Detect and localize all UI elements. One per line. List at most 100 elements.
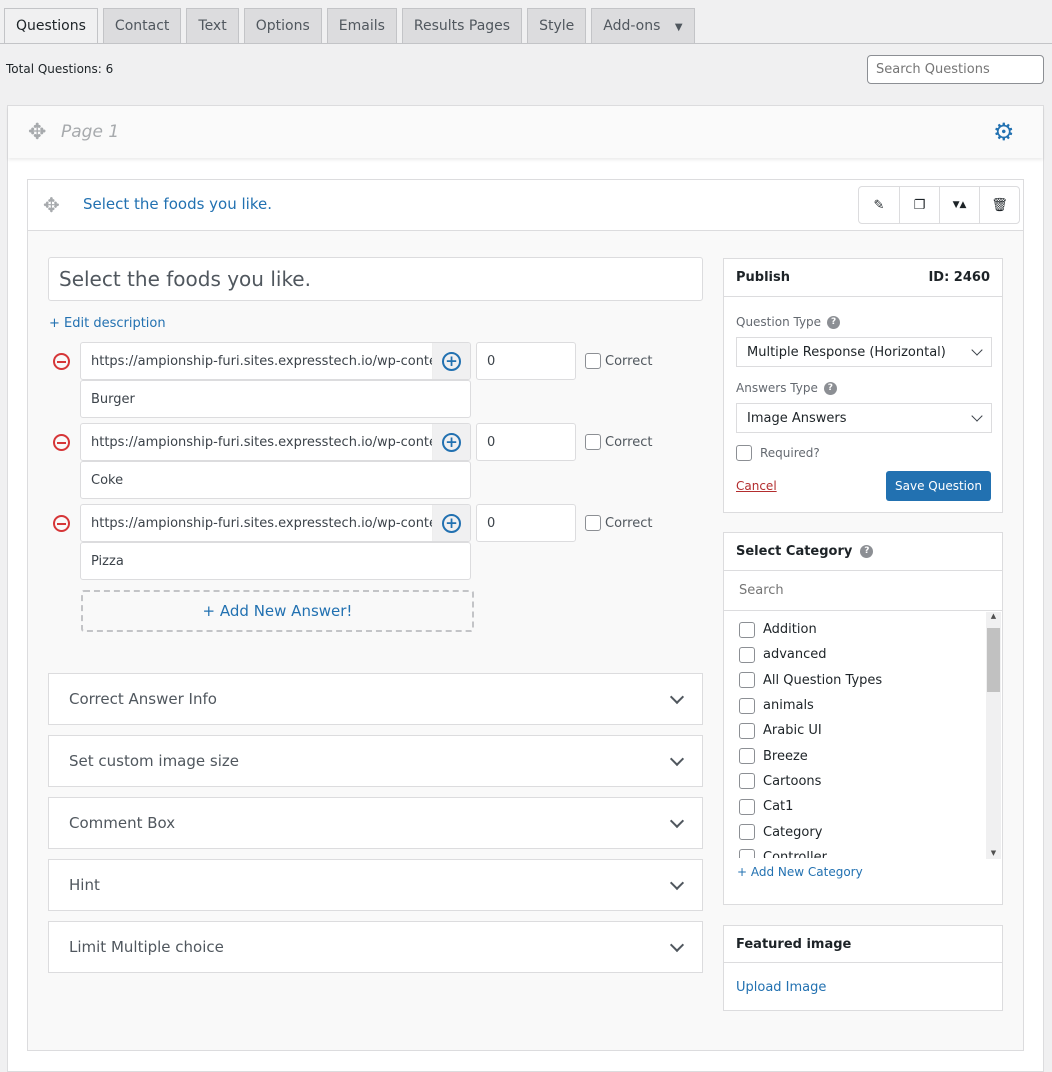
category-label: Cat1 [763,799,794,815]
answer-label-input[interactable]: Pizza [80,542,471,580]
category-item[interactable]: Arabic UI [724,718,1002,743]
category-checkbox[interactable] [739,722,755,739]
chevron-down-icon [669,875,685,890]
chevron-down-icon [669,937,685,952]
category-item[interactable]: advanced [724,642,1002,667]
answer-image-url-input[interactable]: https://ampionship-furi.sites.expresstec… [80,423,471,461]
tab-results-pages[interactable]: Results Pages [401,8,523,43]
trash-icon[interactable]: 🗑 [979,187,1019,223]
category-item[interactable]: Controller [724,845,1002,858]
help-icon[interactable]: ? [823,381,837,395]
cancel-link[interactable]: Cancel [736,479,777,493]
accordion-section[interactable]: Correct Answer Info [48,673,703,725]
move-icon[interactable]: ✥ [28,120,46,145]
category-panel: Select Category? Addition advanced All Que… [723,532,1003,905]
tab-add-ons[interactable]: Add-ons ▼ [591,8,695,43]
add-category-link[interactable]: + Add New Category [724,858,1002,886]
category-label: Addition [763,622,817,638]
accordion-section[interactable]: Comment Box [48,797,703,849]
add-new-answer-button[interactable]: + Add New Answer! [81,590,474,632]
selected-value: Image Answers [747,410,847,426]
required-checkbox[interactable] [736,445,752,461]
category-label: Arabic UI [763,723,822,739]
correct-option[interactable]: Correct [585,515,652,531]
correct-option[interactable]: Correct [585,434,652,450]
category-label: Cartoons [763,773,822,789]
upload-image-link[interactable]: Upload Image [724,963,1002,1012]
remove-answer-icon[interactable] [53,353,70,370]
category-item[interactable]: Cat1 [724,794,1002,819]
category-checkbox[interactable] [739,697,755,714]
category-checkbox[interactable] [739,798,755,815]
gear-icon[interactable]: ⚙ [993,119,1015,145]
category-label: advanced [763,647,827,663]
tab-questions[interactable]: Questions [4,8,98,44]
featured-title: Featured image [736,936,852,952]
accordion-title: Correct Answer Info [69,690,217,708]
caret-down-icon: ▼ [674,22,683,33]
category-item[interactable]: Breeze [724,743,1002,768]
scrollbar[interactable]: ▲ ▼ [986,612,1001,859]
accordion-section[interactable]: Limit Multiple choice [48,921,703,973]
accordion-section[interactable]: Set custom image size [48,735,703,787]
search-questions-input[interactable] [867,55,1044,84]
add-image-button[interactable]: + [432,343,470,379]
add-image-button[interactable]: + [432,424,470,460]
correct-checkbox[interactable] [585,434,601,450]
category-checkbox[interactable] [739,646,755,663]
category-checkbox[interactable] [739,672,755,689]
category-checkbox[interactable] [739,748,755,765]
category-item[interactable]: Cartoons [724,769,1002,794]
tab-emails[interactable]: Emails [326,8,397,43]
category-item[interactable]: Addition [724,617,1002,642]
question-title[interactable]: Select the foods you like. [83,195,272,213]
answer-label-input[interactable]: Coke [80,461,471,499]
category-item[interactable]: animals [724,693,1002,718]
tab-label: Add-ons [603,18,661,34]
answer-image-url-input[interactable]: https://ampionship-furi.sites.expresstec… [80,342,471,380]
category-search-input[interactable] [724,571,1002,611]
move-up-down-icon[interactable]: ▼▲ [939,187,979,223]
tab-text[interactable]: Text [186,8,239,43]
add-image-button[interactable]: + [432,505,470,541]
remove-answer-icon[interactable] [53,434,70,451]
correct-option[interactable]: Correct [585,353,652,369]
answer-image-url-input[interactable]: https://ampionship-furi.sites.expresstec… [80,504,471,542]
accordion-section[interactable]: Hint [48,859,703,911]
answer-points-input[interactable]: 0 [476,423,576,461]
selected-value: Multiple Response (Horizontal) [747,344,946,360]
save-question-button[interactable]: Save Question [886,471,991,501]
tab-bar: Questions Contact Text Options Emails Re… [4,8,695,44]
answers-type-select[interactable]: Image Answers [736,403,992,433]
answer-label-input[interactable]: Burger [80,380,471,418]
duplicate-icon[interactable]: ❐ [899,187,939,223]
category-item[interactable]: All Question Types [724,668,1002,693]
correct-label: Correct [605,434,653,450]
remove-answer-icon[interactable] [53,515,70,532]
tab-contact[interactable]: Contact [102,8,182,43]
category-checkbox[interactable] [739,773,755,790]
tab-options[interactable]: Options [243,8,322,43]
question-type-select[interactable]: Multiple Response (Horizontal) [736,337,992,367]
correct-checkbox[interactable] [585,353,601,369]
edit-description-link[interactable]: + Edit description [49,316,166,331]
help-icon[interactable]: ? [860,545,874,558]
move-icon[interactable]: ✥ [43,193,60,217]
correct-checkbox[interactable] [585,515,601,531]
url-value: https://ampionship-furi.sites.expresstec… [91,353,432,369]
category-list: Addition advanced All Question Types animal… [724,611,1002,858]
answer-points-input[interactable]: 0 [476,504,576,542]
answer-points-input[interactable]: 0 [476,342,576,380]
plus-circle-icon: + [442,351,461,371]
category-checkbox[interactable] [739,621,755,638]
pencil-icon[interactable]: ✎ [859,187,899,223]
tab-style[interactable]: Style [527,8,587,43]
help-icon[interactable]: ? [827,315,841,329]
correct-label: Correct [605,353,653,369]
category-checkbox[interactable] [739,849,755,858]
category-checkbox[interactable] [739,824,755,841]
question-text-input[interactable] [48,257,703,301]
category-item[interactable]: Category [724,819,1002,844]
chevron-down-icon [971,343,983,356]
category-title: Select Category [736,544,853,559]
